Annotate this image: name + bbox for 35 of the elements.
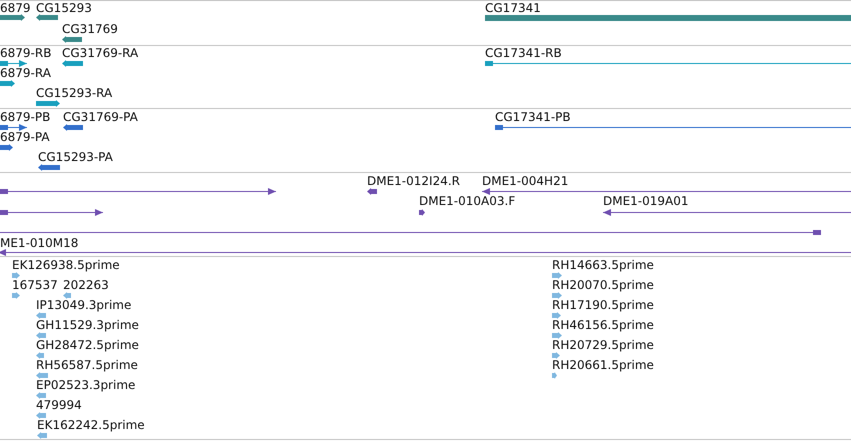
feature-label: CG31769	[62, 22, 118, 36]
feature-label: CG15293-RA	[36, 86, 112, 100]
feature-label: EK162242.5prime	[37, 418, 145, 432]
feature-label: DME1-019A01	[603, 194, 689, 208]
feature-label: DME1-004H21	[482, 174, 568, 188]
feature-label: 479994	[36, 398, 82, 412]
feature-label: CG15293-PA	[38, 150, 113, 164]
feature-label: RH20729.5prime	[552, 338, 654, 352]
feature-label: CG31769-RA	[62, 46, 138, 60]
feature-label: 6879-RA	[0, 66, 51, 80]
feature-label: CG17341-RB	[485, 46, 562, 60]
feature-label: 167537	[12, 278, 58, 292]
feature-label: 6879-PB	[0, 110, 50, 124]
feature-label: IP13049.3prime	[36, 298, 132, 312]
feature-label: RH56587.5prime	[36, 358, 138, 372]
feature-label: EP02523.3prime	[36, 378, 136, 392]
feature-label: 6879-RB	[0, 46, 52, 60]
feature-label: DME1-010A03.F	[419, 194, 516, 208]
feature-label: GH28472.5prime	[36, 338, 139, 352]
feature-label: DME1-012I24.R	[367, 174, 460, 188]
feature-label: 6879	[0, 1, 31, 15]
feature-label: CG15293	[36, 1, 92, 15]
feature-label: GH11529.3prime	[36, 318, 139, 332]
feature-label: RH14663.5prime	[552, 258, 654, 272]
feature-label: RH17190.5prime	[552, 298, 654, 312]
feature-label: CG17341-PB	[495, 110, 571, 124]
feature-label: RH46156.5prime	[552, 318, 654, 332]
feature-label: 202263	[63, 278, 109, 292]
feature-label: CG17341	[485, 1, 541, 15]
feature-label: RH20070.5prime	[552, 278, 654, 292]
feature-label: EK126938.5prime	[12, 258, 120, 272]
feature-label: RH20661.5prime	[552, 358, 654, 372]
feature-label: 6879-PA	[0, 130, 50, 144]
feature-label: CG31769-PA	[63, 110, 138, 124]
feature-label: ME1-010M18	[0, 236, 78, 250]
